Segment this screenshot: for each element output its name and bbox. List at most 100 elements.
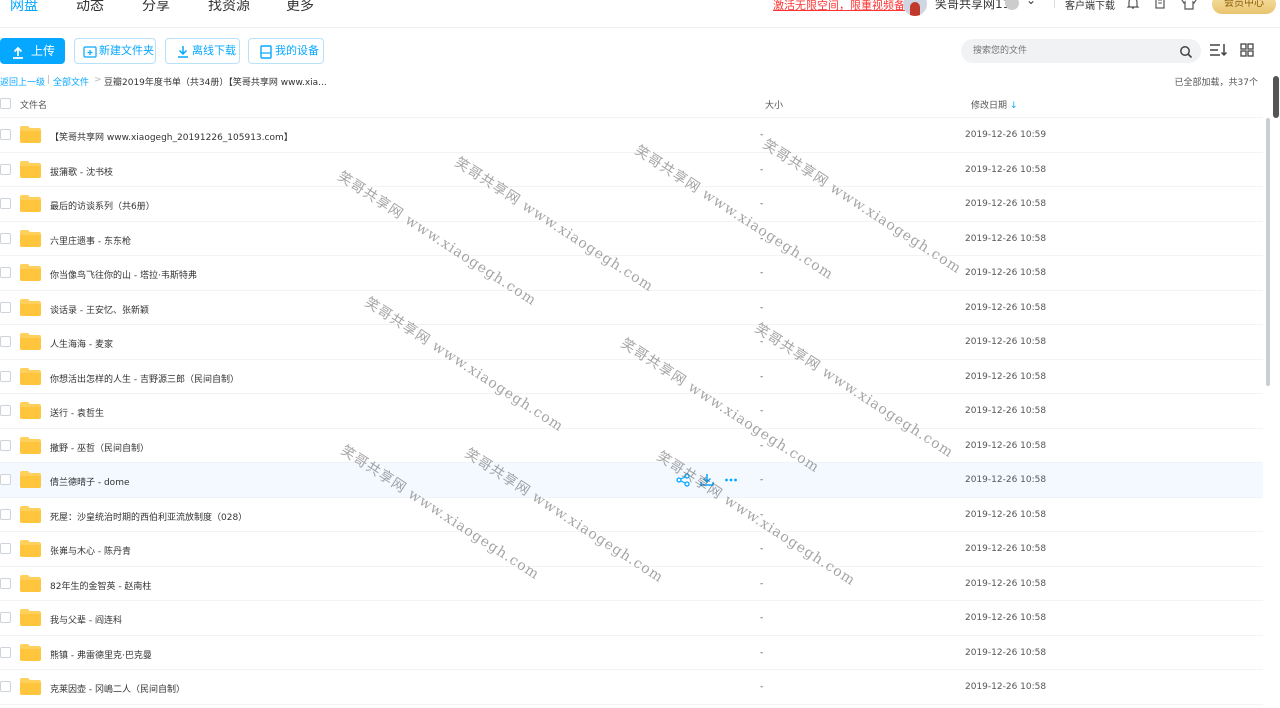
row-checkbox[interactable] — [0, 370, 11, 382]
search-box[interactable] — [961, 39, 1201, 63]
row-checkbox[interactable] — [0, 129, 11, 140]
file-size: - — [760, 302, 764, 313]
offline-download-label: 离线下载 — [192, 44, 236, 57]
download-icon[interactable] — [700, 473, 714, 487]
table-row[interactable]: 人生海海 - 麦家 - 2019-12-26 10:58 — [0, 325, 1263, 360]
search-icon[interactable] — [1179, 44, 1193, 59]
table-row[interactable]: 最后的访谈系列（共6册） - 2019-12-26 10:58 — [0, 187, 1263, 222]
file-size: - — [760, 130, 764, 140]
row-checkbox[interactable] — [0, 439, 11, 451]
table-row[interactable]: 拔蒲歌 - 沈书枝 - 2019-12-26 10:58 — [0, 153, 1263, 187]
file-name[interactable]: 谈话录 - 王安忆、张新颖 — [50, 303, 149, 316]
file-name[interactable]: 送行 - 袁哲生 — [50, 406, 104, 419]
search-input[interactable] — [973, 43, 1173, 59]
vip-center-button[interactable]: 会员中心 — [1212, 0, 1276, 14]
table-row[interactable]: 六里庄遗事 - 东东枪 - 2019-12-26 10:58 — [0, 222, 1263, 256]
bell-icon[interactable] — [1126, 0, 1142, 11]
table-row[interactable]: 死屋：沙皇统治时期的西伯利亚流放制度（028） - 2019-12-26 10:58 — [0, 498, 1263, 532]
file-name[interactable]: 人生海海 - 麦家 — [50, 337, 113, 350]
select-all-checkbox[interactable] — [0, 98, 11, 109]
file-name[interactable]: 你想活出怎样的人生 - 吉野源三郎（民间自制） — [50, 372, 239, 385]
share-icon[interactable] — [676, 473, 690, 487]
file-name[interactable]: 死屋：沙皇统治时期的西伯利亚流放制度（028） — [50, 510, 247, 523]
sort-list-icon[interactable] — [1209, 42, 1229, 58]
row-checkbox[interactable] — [0, 646, 11, 658]
breadcrumb-all-files[interactable]: 全部文件 — [53, 75, 89, 88]
file-name[interactable]: 熊镇 - 弗雷德里克·巴克曼 — [50, 648, 152, 661]
nav-item-find-resources[interactable]: 找资源 — [208, 0, 250, 15]
file-name[interactable]: 倩兰德晴子 - dome — [50, 475, 130, 488]
row-checkbox[interactable] — [0, 267, 11, 278]
breadcrumb-back[interactable]: 返回上一级 — [0, 75, 45, 88]
row-checkbox[interactable] — [0, 681, 11, 692]
file-name[interactable]: 【笑哥共享网 www.xiaogegh_20191226_105913.com】 — [50, 130, 293, 143]
document-icon[interactable] — [1153, 0, 1169, 11]
new-folder-button[interactable]: 新建文件夹 — [74, 38, 156, 64]
shirt-icon[interactable] — [1181, 0, 1197, 11]
row-checkbox[interactable] — [0, 198, 11, 209]
file-list: 【笑哥共享网 www.xiaogegh_20191226_105913.com】… — [0, 118, 1263, 705]
row-checkbox[interactable] — [0, 577, 11, 589]
row-checkbox[interactable] — [0, 543, 11, 554]
avatar[interactable] — [903, 0, 927, 16]
folder-icon — [20, 160, 41, 178]
row-checkbox[interactable] — [0, 405, 11, 416]
file-name[interactable]: 82年生的金智英 - 赵南柱 — [50, 579, 151, 592]
file-name[interactable]: 克莱因壶 - 冈嶋二人（民间自制） — [50, 682, 185, 695]
table-row[interactable]: 张岪与木心 - 陈丹青 - 2019-12-26 10:58 — [0, 532, 1263, 567]
table-row[interactable]: 82年生的金智英 - 赵南柱 - 2019-12-26 10:58 — [0, 567, 1263, 601]
nav-item-share[interactable]: 分享 — [142, 0, 170, 15]
my-devices-button[interactable]: 我的设备 — [248, 38, 324, 64]
client-download-link[interactable]: 客户端下载 — [1065, 0, 1115, 12]
username[interactable]: 笑哥共享网11 — [935, 0, 1010, 12]
header-date[interactable]: 修改日期 ↓ — [971, 98, 1018, 111]
folder-icon — [20, 264, 41, 281]
table-row[interactable]: 我与父辈 - 阎连科 - 2019-12-26 10:58 — [0, 601, 1263, 636]
more-icon[interactable] — [724, 473, 738, 487]
table-row[interactable]: 送行 - 袁哲生 - 2019-12-26 10:58 — [0, 394, 1263, 429]
upload-label: 上传 — [31, 44, 56, 58]
sort-down-icon[interactable]: ↓ — [1010, 101, 1018, 111]
table-row[interactable]: 【笑哥共享网 www.xiaogegh_20191226_105913.com】… — [0, 118, 1263, 153]
list-scrollbar[interactable] — [1264, 118, 1272, 708]
table-row[interactable]: 你当像鸟飞往你的山 - 塔拉·韦斯特弗 - 2019-12-26 10:58 — [0, 256, 1263, 291]
table-row[interactable]: 熊镇 - 弗雷德里克·巴克曼 - 2019-12-26 10:58 — [0, 636, 1263, 670]
row-checkbox[interactable] — [0, 163, 11, 175]
table-row[interactable]: 克莱因壶 - 冈嶋二人（民间自制） - 2019-12-26 10:58 — [0, 670, 1263, 705]
nav-item-netdisk[interactable]: 网盘 — [10, 0, 38, 15]
page-scrollbar-thumb[interactable] — [1273, 76, 1279, 118]
header-filename[interactable]: 文件名 — [20, 98, 47, 111]
upload-button[interactable]: 上传 — [0, 38, 65, 64]
folder-icon — [20, 229, 41, 247]
file-size: - — [760, 578, 764, 589]
file-name[interactable]: 我与父辈 - 阎连科 — [50, 613, 122, 626]
file-name[interactable]: 六里庄遗事 - 东东枪 — [50, 234, 131, 247]
file-date: 2019-12-26 10:58 — [965, 682, 1047, 692]
row-checkbox[interactable] — [0, 232, 11, 244]
header-size[interactable]: 大小 — [765, 98, 783, 111]
list-scrollbar-thumb[interactable] — [1266, 118, 1270, 386]
nav-item-more[interactable]: 更多 — [286, 0, 314, 15]
row-checkbox[interactable] — [0, 474, 11, 485]
file-date: 2019-12-26 10:58 — [965, 613, 1047, 623]
grid-view-icon[interactable] — [1240, 42, 1260, 58]
file-size: - — [760, 682, 764, 692]
file-name[interactable]: 最后的访谈系列（共6册） — [50, 199, 155, 212]
file-name[interactable]: 你当像鸟飞往你的山 - 塔拉·韦斯特弗 — [50, 268, 197, 281]
table-row[interactable]: 谈话录 - 王安忆、张新颖 - 2019-12-26 10:58 — [0, 291, 1263, 325]
row-checkbox[interactable] — [0, 612, 11, 623]
file-name[interactable]: 拔蒲歌 - 沈书枝 — [50, 165, 113, 178]
file-name[interactable]: 撒野 - 巫哲（民间自制） — [50, 441, 149, 454]
offline-download-button[interactable]: 离线下载 — [165, 38, 240, 64]
table-row[interactable]: 你想活出怎样的人生 - 吉野源三郎（民间自制） - 2019-12-26 10:58 — [0, 360, 1263, 394]
promo-link[interactable]: 激活无限空间，限重视频备份 — [773, 0, 916, 13]
file-name[interactable]: 张岪与木心 - 陈丹青 — [50, 544, 131, 557]
table-row[interactable]: 撒野 - 巫哲（民间自制） - 2019-12-26 10:58 — [0, 429, 1263, 463]
chevron-down-icon[interactable]: ⌄ — [1026, 0, 1036, 7]
nav-item-activity[interactable]: 动态 — [76, 0, 104, 15]
row-checkbox[interactable] — [0, 336, 11, 347]
table-row[interactable]: 倩兰德晴子 - dome - 2019-12-26 10:58 — [0, 463, 1263, 498]
row-checkbox[interactable] — [0, 301, 11, 313]
page-scrollbar[interactable] — [1272, 76, 1280, 708]
row-checkbox[interactable] — [0, 508, 11, 520]
